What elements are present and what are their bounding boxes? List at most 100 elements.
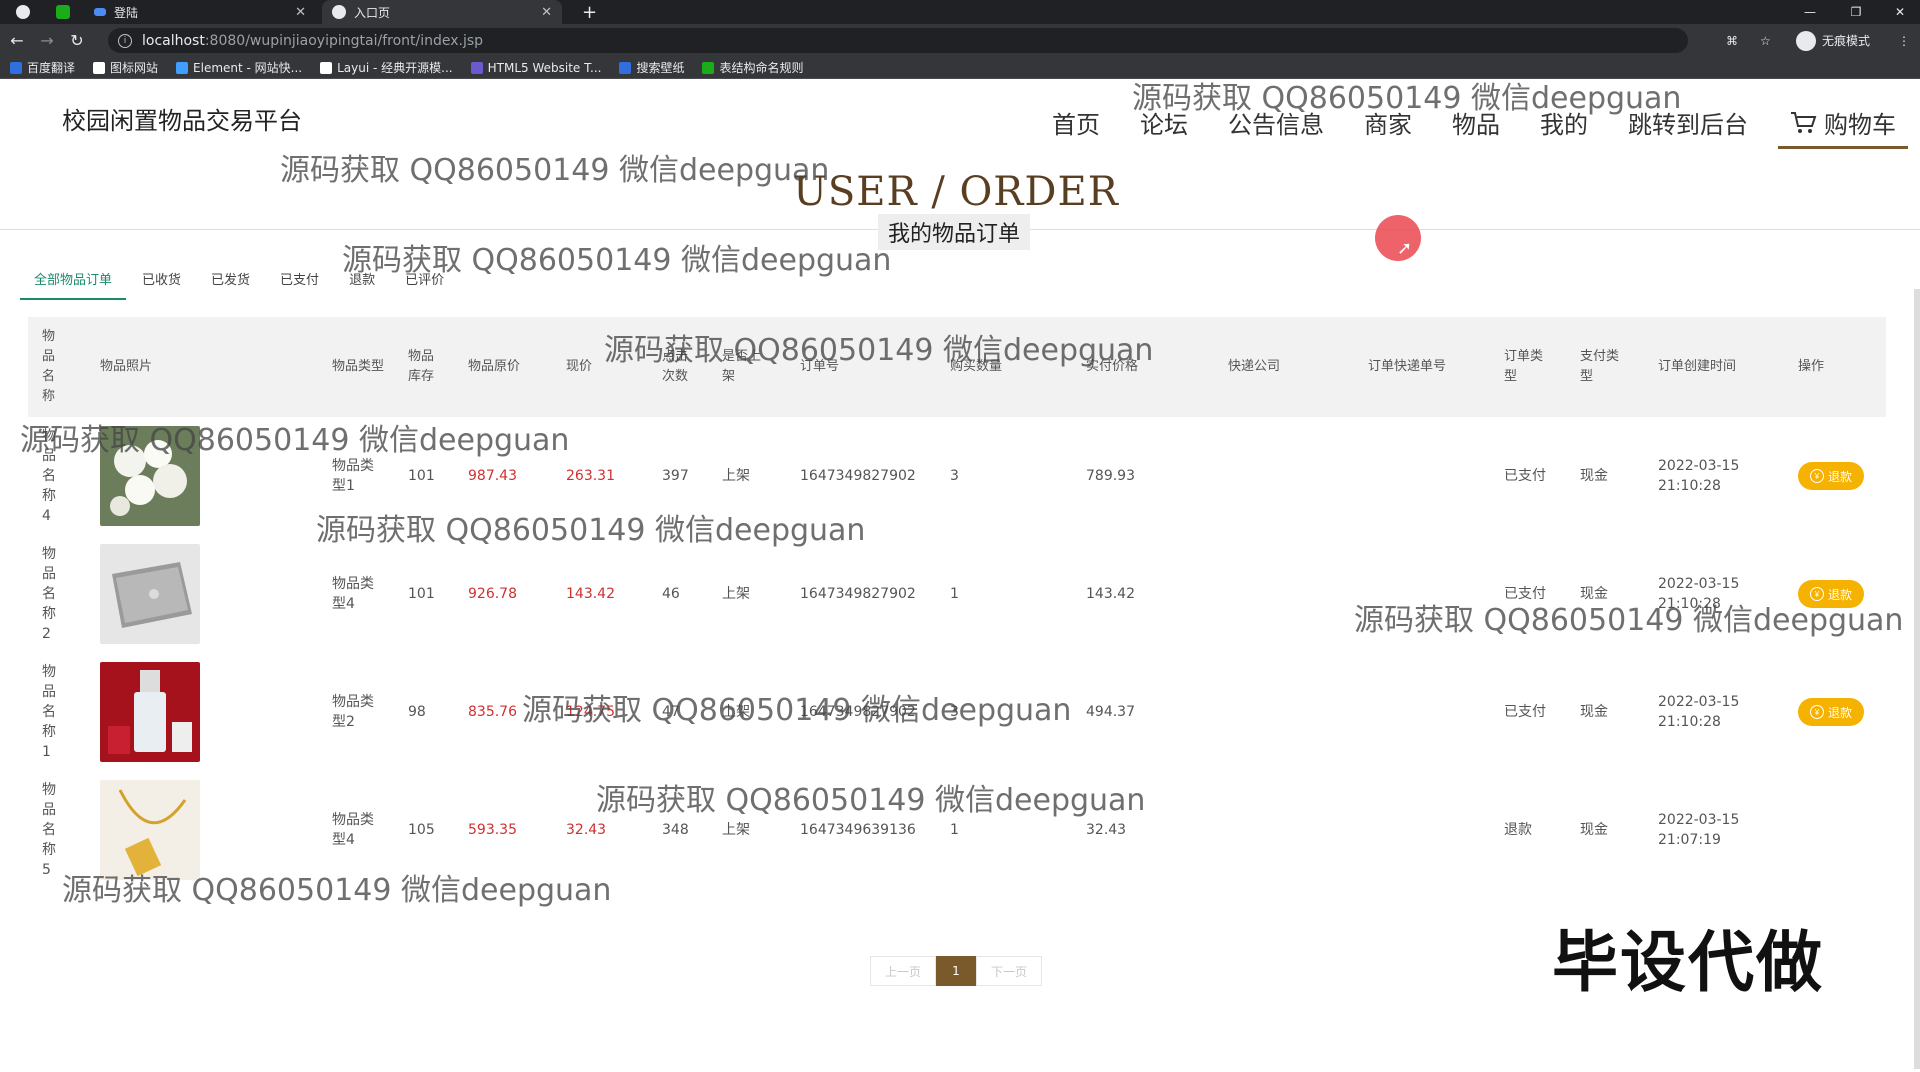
clicks-cell: 348 <box>662 822 689 838</box>
created-time: 21:07:19 <box>1658 832 1721 848</box>
clicks-cell: 46 <box>662 586 680 602</box>
yen-icon: ¥ <box>1809 469 1824 483</box>
tab-favicon <box>56 5 70 19</box>
bookmark-item[interactable]: Element - 网站快... <box>176 59 302 76</box>
item-type-cell: 物品类型4 <box>332 576 374 612</box>
cart-label: 购物车 <box>1824 111 1896 139</box>
minimize-button[interactable]: — <box>1790 0 1830 24</box>
cart-icon <box>1791 111 1817 133</box>
refund-button[interactable]: ¥ 退款 <box>1798 462 1864 490</box>
hero-subtitle: 我的物品订单 <box>878 214 1031 250</box>
item-name-cell: 物品名称1 <box>42 664 56 760</box>
bookmark-item[interactable]: 表结构命名规则 <box>702 59 803 76</box>
back-icon[interactable]: ← <box>4 28 30 54</box>
order-no-cell: 1647349639136 <box>800 822 916 838</box>
bookmark-item[interactable]: Layui - 经典开源模... <box>320 59 453 76</box>
order-no-cell: 1647349827902 <box>800 704 916 720</box>
created-at-cell: 2022-03-15 21:10:28 <box>1658 417 1758 535</box>
nav-cart[interactable]: 购物车 <box>1778 105 1908 149</box>
bookmark-label: 搜索壁纸 <box>636 61 685 75</box>
browser-menu-icon[interactable] <box>6 0 36 24</box>
forward-icon[interactable]: → <box>34 28 60 54</box>
bookmark-item[interactable]: 百度翻译 <box>10 59 75 76</box>
courier-cell <box>1228 535 1298 653</box>
item-type-cell: 物品类型1 <box>332 458 374 494</box>
browser-tab-home[interactable]: 入口页 ✕ <box>322 0 562 24</box>
page-1-button[interactable]: 1 <box>936 956 976 986</box>
maximize-button[interactable]: ❐ <box>1836 0 1876 24</box>
bookmark-icon <box>10 61 22 74</box>
col-actions-header: 操作 <box>1798 359 1825 374</box>
nav-mine[interactable]: 我的 <box>1540 105 1588 149</box>
refund-button[interactable]: ¥ 退款 <box>1798 698 1864 726</box>
url-input[interactable]: i localhost:8080/wupinjiaoyipingtai/fron… <box>108 28 1688 53</box>
yen-icon: ¥ <box>1809 587 1824 601</box>
quantity-cell: 3 <box>950 704 959 720</box>
order-type-cell: 已支付 <box>1504 704 1546 720</box>
prev-page-button[interactable]: 上一页 <box>870 956 936 986</box>
col-pay-type-header: 支付类型 <box>1580 349 1620 384</box>
close-tab-icon[interactable]: ✕ <box>541 5 552 20</box>
orders-table: 物品名称 物品照片 物品类型 物品库存 物品原价 现价 点击次数 是否上架 订单号 购买数量 实付价… <box>28 317 1886 889</box>
on-shelf-cell: 上架 <box>722 822 750 838</box>
next-page-button[interactable]: 下一页 <box>976 956 1042 986</box>
tab-paid[interactable]: 已支付 <box>266 269 333 300</box>
nav-merchants[interactable]: 商家 <box>1364 105 1412 149</box>
order-type-cell: 已支付 <box>1504 586 1546 602</box>
refund-button[interactable]: ¥ 退款 <box>1798 580 1864 608</box>
nav-home[interactable]: 首页 <box>1052 105 1100 149</box>
yen-icon: ¥ <box>1809 705 1824 719</box>
page-scrollbar[interactable] <box>1914 289 1920 1069</box>
col-on-shelf-header: 是否上架 <box>722 349 762 384</box>
paid-cell: 143.42 <box>1086 586 1135 602</box>
order-no-cell: 1647349827902 <box>800 468 916 484</box>
translate-icon[interactable]: ⌘ <box>1726 24 1738 57</box>
bookmark-item[interactable]: 图标网站 <box>93 59 158 76</box>
tab-refund[interactable]: 退款 <box>335 269 389 300</box>
item-name-cell: 物品名称5 <box>42 782 56 878</box>
order-type-cell: 已支付 <box>1504 468 1546 484</box>
reload-icon[interactable]: ↻ <box>64 28 90 54</box>
close-tab-icon[interactable]: ✕ <box>295 5 306 20</box>
col-price-header: 现价 <box>566 359 593 374</box>
table-body: 物品名称4 物品类型1 101 987.43 263.31 397 上架 1647349827… <box>28 417 1886 889</box>
close-window-button[interactable]: ✕ <box>1880 0 1920 24</box>
nav-announcements[interactable]: 公告信息 <box>1228 105 1324 149</box>
tab-all-orders[interactable]: 全部物品订单 <box>20 269 127 300</box>
bookmark-item[interactable]: HTML5 Website T... <box>470 61 601 75</box>
site-info-icon[interactable]: i <box>118 33 132 48</box>
tracking-no-cell <box>1368 653 1468 771</box>
tab-title: 登陆 <box>114 5 139 20</box>
browser-tab-login[interactable]: 登陆 ✕ <box>84 0 316 24</box>
paid-cell: 789.93 <box>1086 468 1135 484</box>
incognito-indicator[interactable]: 无痕模式 <box>1796 24 1870 57</box>
col-paid-header: 实付价格 <box>1086 359 1139 374</box>
nav-forum[interactable]: 论坛 <box>1140 105 1188 149</box>
clicks-cell: 47 <box>662 704 680 720</box>
bookmark-star-icon[interactable]: ☆ <box>1760 24 1771 57</box>
tab-shipped[interactable]: 已发货 <box>197 269 264 300</box>
table-header: 物品名称 物品照片 物品类型 物品库存 物品原价 现价 点击次数 是否上架 订单号 购买数量 实付价… <box>28 317 1886 417</box>
created-date: 2022-03-15 <box>1658 458 1740 474</box>
col-courier-header: 快递公司 <box>1228 359 1281 374</box>
nav-admin[interactable]: 跳转到后台 <box>1628 105 1748 149</box>
new-tab-button[interactable]: + <box>572 0 602 24</box>
browser-menu-dots-icon[interactable]: ⋮ <box>1898 24 1910 57</box>
bookmark-icon <box>702 61 715 74</box>
item-photo <box>100 417 210 535</box>
item-stock-cell: 105 <box>408 822 435 838</box>
pay-type-cell: 现金 <box>1580 704 1608 720</box>
bookmark-icon <box>176 61 189 74</box>
tab-received[interactable]: 已收货 <box>128 269 195 300</box>
browser-tab-0[interactable] <box>46 0 72 24</box>
tab-reviewed[interactable]: 已评价 <box>391 269 458 300</box>
table-row: 物品名称5 物品类型4 105 593.35 32.43 348 上架 16473496391… <box>28 771 1886 889</box>
item-name-cell: 物品名称4 <box>42 428 56 524</box>
created-at-cell: 2022-03-15 21:10:28 <box>1658 653 1758 771</box>
bookmark-item[interactable]: 搜索壁纸 <box>619 59 684 76</box>
tracking-no-cell <box>1368 771 1468 889</box>
bookmark-label: 表结构命名规则 <box>719 61 804 75</box>
order-tabs: 全部物品订单 已收货 已发货 已支付 退款 已评价 <box>20 269 460 300</box>
col-tracking-no-header: 订单快递单号 <box>1368 359 1447 374</box>
nav-items[interactable]: 物品 <box>1452 105 1500 149</box>
